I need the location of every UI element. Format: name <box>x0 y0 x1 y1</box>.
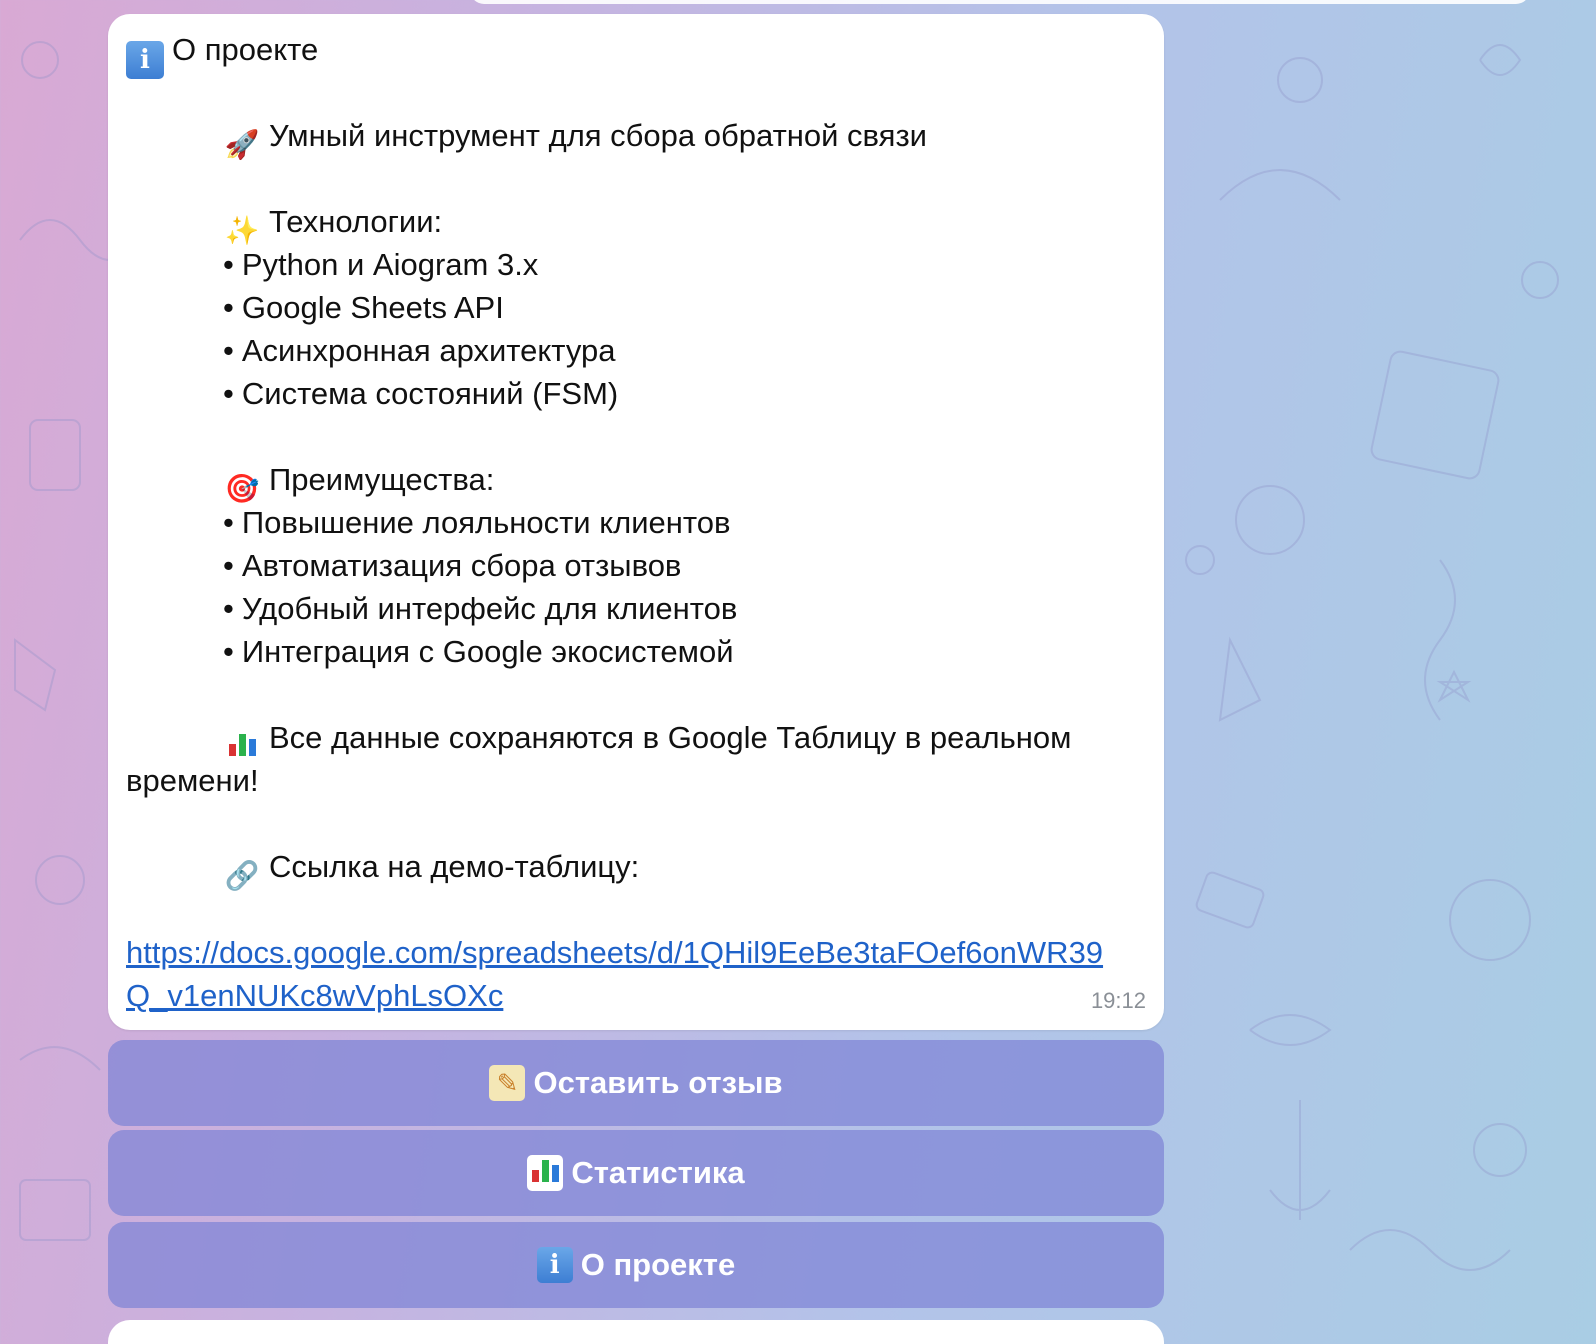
info-icon: i <box>126 41 164 79</box>
advantage-item: • Автоматизация сбора отзывов <box>223 548 682 583</box>
info-icon: i <box>536 1247 573 1283</box>
message-timestamp: 19:12 <box>1090 988 1146 1013</box>
intro-text: Умный инструмент для сбора обратной связ… <box>269 118 927 153</box>
advantage-item: • Повышение лояльности клиентов <box>223 505 731 540</box>
technology-item: • Google Sheets API <box>223 290 504 325</box>
realtime-text: Все данные сохраняются в Google Таблицу … <box>269 720 1072 755</box>
leave-feedback-label: Оставить отзыв <box>533 1065 783 1100</box>
technology-item: • Система состояний (FSM) <box>223 376 619 411</box>
about-project-button[interactable]: iО проекте <box>108 1222 1164 1308</box>
realtime-line: Все данные сохраняются в Google Таблицу … <box>126 716 1146 766</box>
advantages-title-text: Преимущества: <box>269 462 495 497</box>
demo-label-line: 🔗 Ссылка на демо-таблицу: <box>126 845 1146 891</box>
link-icon: 🔗 <box>224 860 260 891</box>
demo-spreadsheet-link[interactable]: https://docs.google.com/spreadsheets/d/1… <box>126 931 1126 1017</box>
about-project-label: О проекте <box>580 1247 736 1282</box>
technology-item: • Асинхронная архитектура <box>223 333 616 368</box>
demo-label-text: Ссылка на демо-таблицу: <box>269 849 640 884</box>
next-message-bubble-edge <box>108 1320 1164 1344</box>
technologies-title: ✨ Технологии: <box>126 200 1146 246</box>
advantages-title: 🎯 Преимущества: <box>126 458 1146 504</box>
leave-feedback-button[interactable]: ✎ Оставить отзыв <box>108 1040 1164 1126</box>
realtime-line-continued: времени! <box>126 763 259 798</box>
intro-line: 🚀 Умный инструмент для сбора обратной свя… <box>126 114 1146 160</box>
statistics-label: Статистика <box>571 1155 745 1190</box>
advantage-item: • Удобный интерфейс для клиентов <box>223 591 738 626</box>
bot-message-bubble: iО проекте 🚀 Умный инструмент для сбора о… <box>108 14 1164 1030</box>
previous-message-bubble-edge <box>470 0 1530 4</box>
bar-chart-icon <box>527 1155 564 1191</box>
message-header-text: О проекте <box>172 32 319 67</box>
statistics-button[interactable]: Статистика <box>108 1130 1164 1216</box>
technology-item: • Python и Aiogram 3.x <box>223 247 539 282</box>
memo-icon: ✎ <box>489 1065 526 1101</box>
rocket-icon: 🚀 <box>224 129 260 160</box>
advantage-item: • Интеграция с Google экосистемой <box>223 634 734 669</box>
message-header: iО проекте <box>126 28 1146 79</box>
technologies-title-text: Технологии: <box>269 204 443 239</box>
